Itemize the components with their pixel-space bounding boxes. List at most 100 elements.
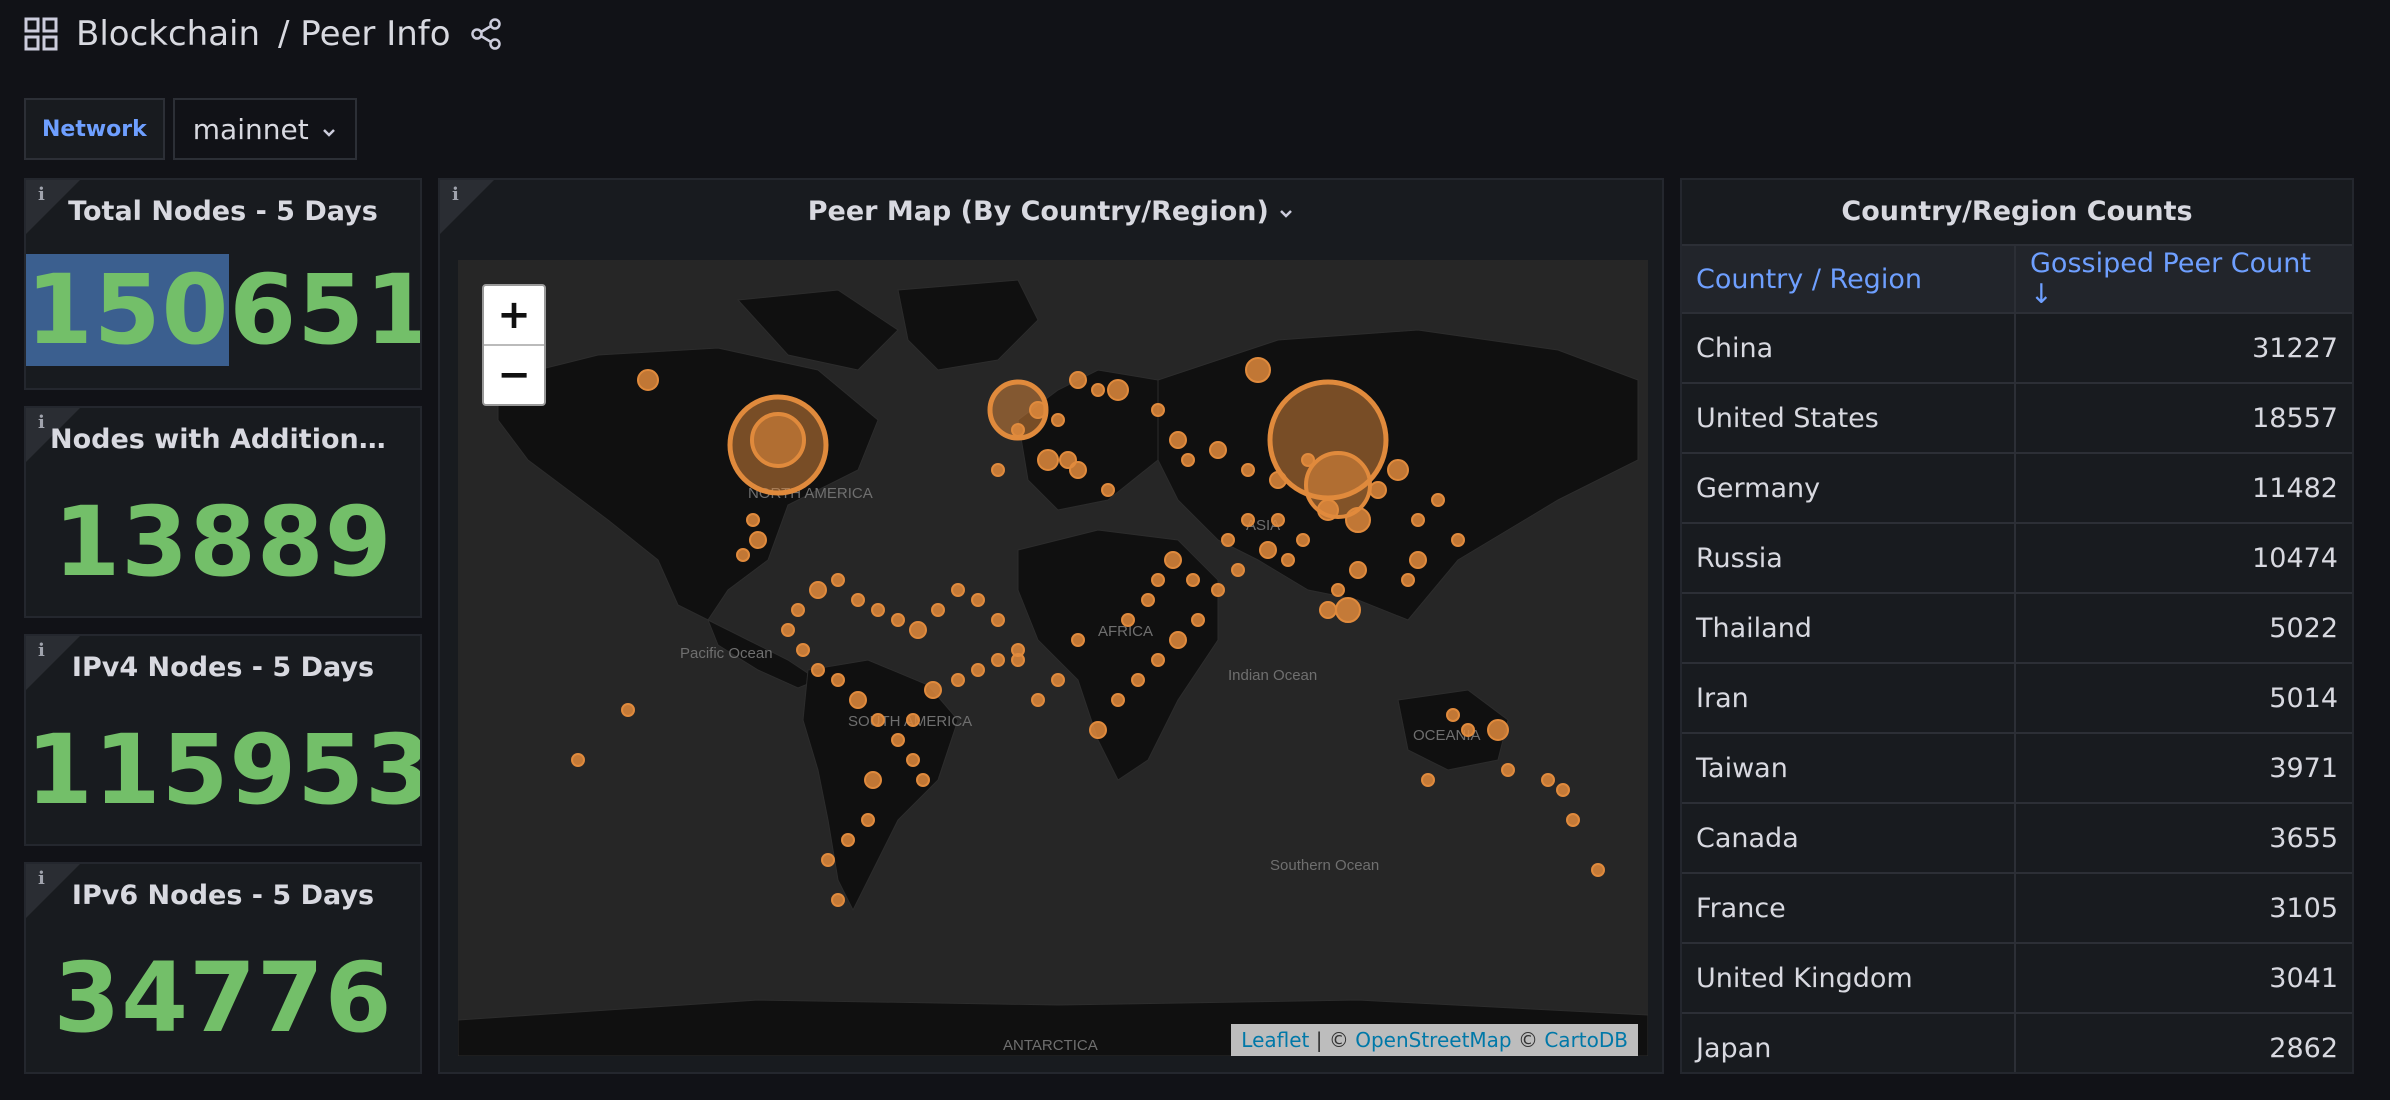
world-map[interactable]: NORTH AMERICA SOUTH AMERICA AFRICA OCEAN… — [458, 260, 1648, 1056]
peer-marker[interactable] — [871, 603, 885, 617]
peer-marker[interactable] — [1245, 357, 1271, 383]
peer-marker[interactable] — [1169, 631, 1187, 649]
peer-marker[interactable] — [841, 833, 855, 847]
peer-marker[interactable] — [971, 663, 985, 677]
peer-marker[interactable] — [1349, 561, 1367, 579]
table-row[interactable]: China 31227 — [1682, 314, 2352, 384]
peer-marker[interactable] — [1487, 719, 1509, 741]
peer-marker[interactable] — [1169, 431, 1187, 449]
peer-marker[interactable] — [1151, 573, 1165, 587]
peer-marker[interactable] — [781, 623, 795, 637]
peer-marker[interactable] — [1091, 383, 1105, 397]
osm-link[interactable]: OpenStreetMap — [1355, 1028, 1511, 1052]
peer-marker[interactable] — [871, 713, 885, 727]
peer-marker[interactable] — [1151, 653, 1165, 667]
network-select[interactable]: mainnet — [172, 98, 357, 160]
peer-marker[interactable] — [1421, 773, 1435, 787]
peer-marker[interactable] — [909, 621, 927, 639]
peer-marker[interactable] — [1051, 673, 1065, 687]
peer-marker[interactable] — [1501, 763, 1515, 777]
peer-marker[interactable] — [851, 593, 865, 607]
peer-marker[interactable] — [861, 813, 875, 827]
peer-marker[interactable] — [1151, 403, 1165, 417]
table-row[interactable]: Russia 10474 — [1682, 524, 2352, 594]
peer-marker[interactable] — [1281, 553, 1295, 567]
peer-cluster-marker[interactable] — [987, 379, 1049, 441]
peer-marker[interactable] — [1209, 441, 1227, 459]
peer-marker[interactable] — [906, 713, 920, 727]
peer-marker[interactable] — [1319, 601, 1337, 619]
table-row[interactable]: Germany 11482 — [1682, 454, 2352, 524]
peer-marker[interactable] — [1335, 597, 1361, 623]
zoom-out-button[interactable]: − — [484, 346, 544, 404]
peer-marker[interactable] — [1296, 533, 1310, 547]
peer-marker[interactable] — [1131, 673, 1145, 687]
peer-marker[interactable] — [1181, 453, 1195, 467]
peer-cluster-marker[interactable] — [1267, 379, 1389, 501]
peer-marker[interactable] — [571, 753, 585, 767]
peer-marker[interactable] — [637, 369, 659, 391]
peer-marker[interactable] — [1241, 513, 1255, 527]
table-row[interactable]: Thailand 5022 — [1682, 594, 2352, 664]
peer-marker[interactable] — [906, 753, 920, 767]
peer-marker[interactable] — [1089, 721, 1107, 739]
peer-marker[interactable] — [809, 581, 827, 599]
peer-marker[interactable] — [971, 593, 985, 607]
peer-marker[interactable] — [1317, 499, 1339, 521]
peer-marker[interactable] — [1241, 463, 1255, 477]
table-row[interactable]: Japan 2862 — [1682, 1014, 2352, 1072]
peer-marker[interactable] — [891, 613, 905, 627]
peer-marker[interactable] — [791, 603, 805, 617]
peer-marker[interactable] — [1369, 481, 1387, 499]
peer-marker[interactable] — [1221, 533, 1235, 547]
table-row[interactable]: Canada 3655 — [1682, 804, 2352, 874]
peer-marker[interactable] — [1031, 693, 1045, 707]
peer-marker[interactable] — [1164, 551, 1182, 569]
peer-marker[interactable] — [811, 663, 825, 677]
peer-marker[interactable] — [1387, 459, 1409, 481]
peer-marker[interactable] — [1331, 583, 1345, 597]
peer-marker[interactable] — [1069, 371, 1087, 389]
peer-marker[interactable] — [1431, 493, 1445, 507]
peer-marker[interactable] — [931, 603, 945, 617]
peer-marker[interactable] — [736, 548, 750, 562]
peer-marker[interactable] — [1101, 483, 1115, 497]
peer-marker[interactable] — [1051, 413, 1065, 427]
peer-marker[interactable] — [991, 653, 1005, 667]
peer-marker[interactable] — [916, 773, 930, 787]
peer-marker[interactable] — [951, 583, 965, 597]
peer-marker[interactable] — [831, 573, 845, 587]
breadcrumb-folder[interactable]: Blockchain — [76, 14, 260, 54]
apps-grid-icon[interactable] — [24, 17, 58, 51]
peer-marker[interactable] — [1556, 783, 1570, 797]
share-icon[interactable] — [469, 17, 503, 51]
peer-marker[interactable] — [1541, 773, 1555, 787]
peer-marker[interactable] — [1401, 573, 1415, 587]
peer-marker[interactable] — [1211, 583, 1225, 597]
peer-marker[interactable] — [1037, 449, 1059, 471]
table-row[interactable]: United Kingdom 3041 — [1682, 944, 2352, 1014]
peer-marker[interactable] — [1141, 593, 1155, 607]
peer-marker[interactable] — [831, 893, 845, 907]
peer-marker[interactable] — [891, 733, 905, 747]
peer-marker[interactable] — [1566, 813, 1580, 827]
peer-marker[interactable] — [1591, 863, 1605, 877]
peer-cluster-marker[interactable] — [727, 394, 829, 496]
peer-marker[interactable] — [1186, 573, 1200, 587]
peer-marker[interactable] — [621, 703, 635, 717]
peer-marker[interactable] — [1059, 451, 1077, 469]
peer-marker[interactable] — [821, 853, 835, 867]
peer-marker[interactable] — [1271, 513, 1285, 527]
peer-marker[interactable] — [924, 681, 942, 699]
leaflet-link[interactable]: Leaflet — [1241, 1028, 1309, 1052]
peer-marker[interactable] — [1451, 533, 1465, 547]
peer-marker[interactable] — [1071, 633, 1085, 647]
peer-marker[interactable] — [991, 613, 1005, 627]
table-row[interactable]: Iran 5014 — [1682, 664, 2352, 734]
peer-marker[interactable] — [1107, 379, 1129, 401]
column-header-peer-count[interactable]: Gossiped Peer Count ↓ — [2016, 246, 2352, 312]
peer-marker[interactable] — [1231, 563, 1245, 577]
column-header-country[interactable]: Country / Region — [1682, 246, 2016, 312]
peer-marker[interactable] — [1461, 723, 1475, 737]
peer-marker[interactable] — [1409, 551, 1427, 569]
